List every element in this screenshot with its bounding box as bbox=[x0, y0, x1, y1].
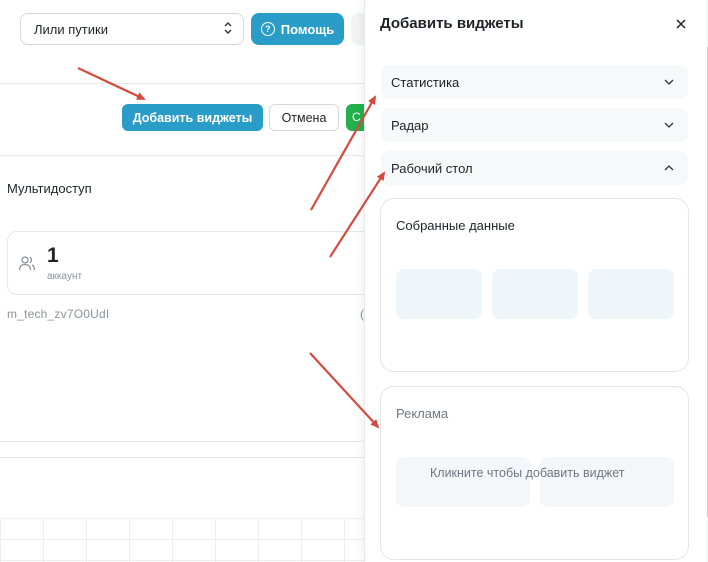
section-statistics[interactable]: Статистика bbox=[381, 65, 688, 99]
widget-preview-tile bbox=[540, 457, 674, 507]
add-widget-hint: Кликните чтобы добавить виджет bbox=[430, 466, 625, 480]
widget-title: Реклама bbox=[396, 406, 449, 421]
section-radar[interactable]: Радар bbox=[381, 108, 688, 142]
users-icon bbox=[18, 254, 36, 272]
section-label: Статистика bbox=[391, 74, 460, 90]
chevron-down-icon bbox=[664, 122, 674, 128]
chevron-down-icon bbox=[664, 79, 674, 85]
widget-collected-data[interactable]: Собранные данные bbox=[380, 198, 689, 372]
section-divider bbox=[0, 457, 364, 458]
widget-preview-tile bbox=[588, 269, 674, 319]
help-button[interactable]: ? Помощь bbox=[251, 13, 344, 45]
section-label: Рабочий стол bbox=[391, 160, 473, 176]
chevron-up-icon bbox=[664, 165, 674, 171]
help-button-label: Помощь bbox=[280, 21, 335, 37]
save-button[interactable]: С bbox=[346, 104, 366, 131]
account-id: m_tech_zv7O0UdI bbox=[7, 307, 110, 321]
add-widgets-button[interactable]: Добавить виджеты bbox=[122, 104, 263, 131]
section-label: Радар bbox=[391, 117, 429, 133]
dashboard-grid bbox=[0, 518, 364, 562]
account-select-value: Лили путики bbox=[34, 21, 108, 37]
cancel-button[interactable]: Отмена bbox=[269, 104, 339, 131]
card-title: Мультидоступ bbox=[7, 181, 92, 196]
widget-preview-tile bbox=[396, 457, 530, 507]
accounts-count: 1 bbox=[47, 244, 59, 267]
section-desktop[interactable]: Рабочий стол bbox=[381, 151, 688, 185]
widget-preview-tile bbox=[492, 269, 578, 319]
chevron-updown-icon bbox=[223, 21, 233, 38]
account-select[interactable]: Лили путики bbox=[20, 13, 244, 45]
accounts-caption: аккаунт bbox=[47, 271, 83, 282]
question-icon: ? bbox=[260, 22, 275, 36]
widget-preview-tile bbox=[396, 269, 482, 319]
panel-title: Добавить виджеты bbox=[380, 15, 524, 32]
widget-title: Собранные данные bbox=[396, 218, 515, 233]
accounts-stat-box bbox=[7, 231, 373, 295]
close-icon[interactable] bbox=[671, 14, 691, 34]
multiaccess-card bbox=[0, 155, 374, 442]
